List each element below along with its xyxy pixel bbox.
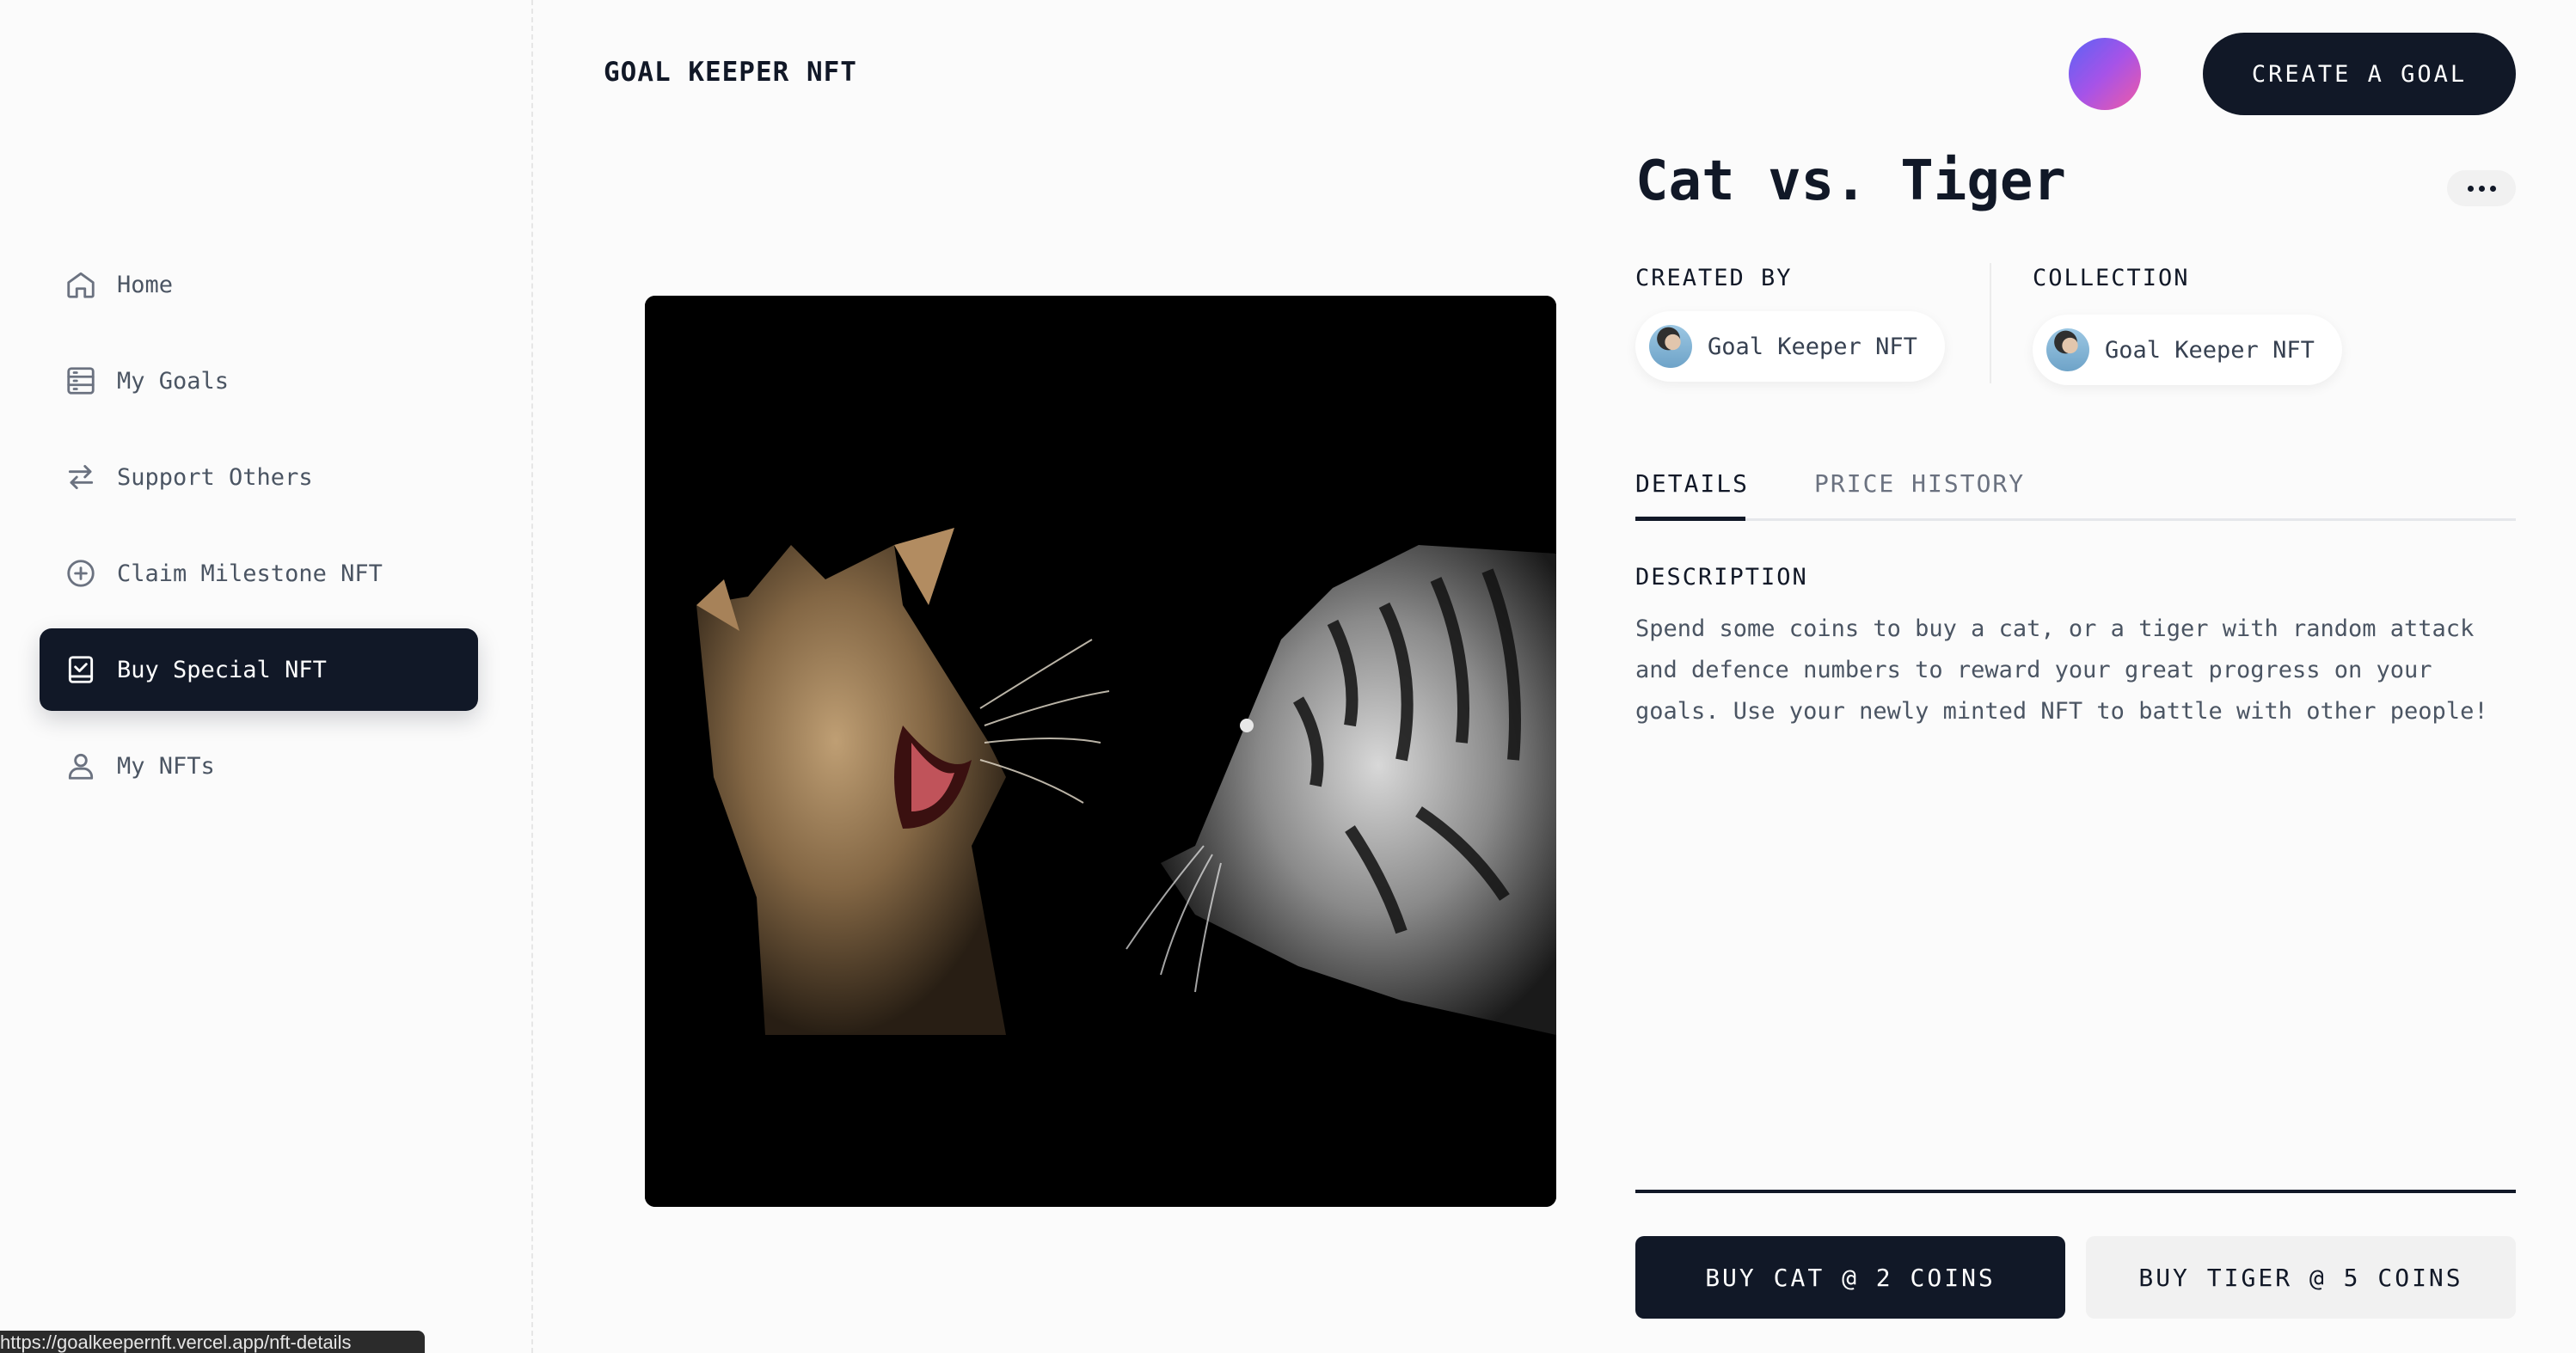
sidebar-nav: Home My Goals Support Others Claim Miles… xyxy=(40,243,478,821)
collection-chip[interactable]: Goal Keeper NFT xyxy=(2033,315,2342,385)
active-tab-indicator xyxy=(1635,517,1745,521)
create-goal-button[interactable]: CREATE A GOAL xyxy=(2203,33,2516,115)
goals-icon xyxy=(64,364,98,398)
buy-tiger-button[interactable]: BUY TIGER @ 5 COINS xyxy=(2086,1236,2516,1319)
nft-image xyxy=(645,296,1556,1207)
status-url-tooltip: https://goalkeepernft.vercel.app/nft-det… xyxy=(0,1331,425,1353)
arrows-exchange-icon xyxy=(64,460,98,494)
sidebar-item-label: Home xyxy=(117,271,174,298)
sidebar-item-my-nfts[interactable]: My NFTs xyxy=(40,725,478,807)
sidebar-item-label: Support Others xyxy=(117,463,313,491)
user-icon xyxy=(64,749,98,783)
tab-details[interactable]: DETAILS xyxy=(1635,469,1749,498)
wallet-avatar[interactable] xyxy=(2069,38,2141,110)
sidebar-item-claim-milestone[interactable]: Claim Milestone NFT xyxy=(40,532,478,615)
sidebar-item-label: My NFTs xyxy=(117,752,215,780)
collection-name: Goal Keeper NFT xyxy=(2105,336,2315,364)
description-text: Spend some coins to buy a cat, or a tige… xyxy=(1635,615,2488,725)
sidebar-item-home[interactable]: Home xyxy=(40,243,478,326)
buy-divider xyxy=(1635,1190,2516,1193)
creator-chip[interactable]: Goal Keeper NFT xyxy=(1635,311,1945,382)
sidebar-item-label: My Goals xyxy=(117,367,230,395)
sidebar-item-buy-special-nft[interactable]: Buy Special NFT xyxy=(40,628,478,711)
brand-title: GOAL KEEPER NFT xyxy=(604,57,857,88)
check-badge-icon xyxy=(64,652,98,687)
sidebar-item-my-goals[interactable]: My Goals xyxy=(40,340,478,422)
sidebar-item-support-others[interactable]: Support Others xyxy=(40,436,478,518)
collection-label: COLLECTION xyxy=(2033,265,2190,291)
nft-title: Cat vs. Tiger xyxy=(1635,150,2066,213)
more-dots-icon xyxy=(2489,185,2496,192)
cat-vs-tiger-illustration xyxy=(645,296,1556,1207)
sidebar-item-label: Claim Milestone NFT xyxy=(117,560,383,587)
more-options-button[interactable] xyxy=(2447,170,2516,206)
creator-avatar xyxy=(1649,325,1692,368)
tab-price-history[interactable]: PRICE HISTORY xyxy=(1814,469,2025,498)
more-dots-icon xyxy=(2467,185,2474,192)
sidebar-item-label: Buy Special NFT xyxy=(117,656,327,683)
sidebar: Home My Goals Support Others Claim Miles… xyxy=(0,0,533,1353)
home-icon xyxy=(64,267,98,302)
buy-cat-button[interactable]: BUY CAT @ 2 COINS xyxy=(1635,1236,2065,1319)
collection-avatar xyxy=(2046,328,2089,371)
meta-divider xyxy=(1990,263,1991,383)
created-by-label: CREATED BY xyxy=(1635,265,1793,291)
more-dots-icon xyxy=(2478,185,2485,192)
creator-name: Goal Keeper NFT xyxy=(1708,333,1917,360)
description-label: DESCRIPTION xyxy=(1635,564,1808,591)
detail-tabs: DETAILS PRICE HISTORY xyxy=(1635,461,2516,521)
plus-circle-icon xyxy=(64,556,98,591)
